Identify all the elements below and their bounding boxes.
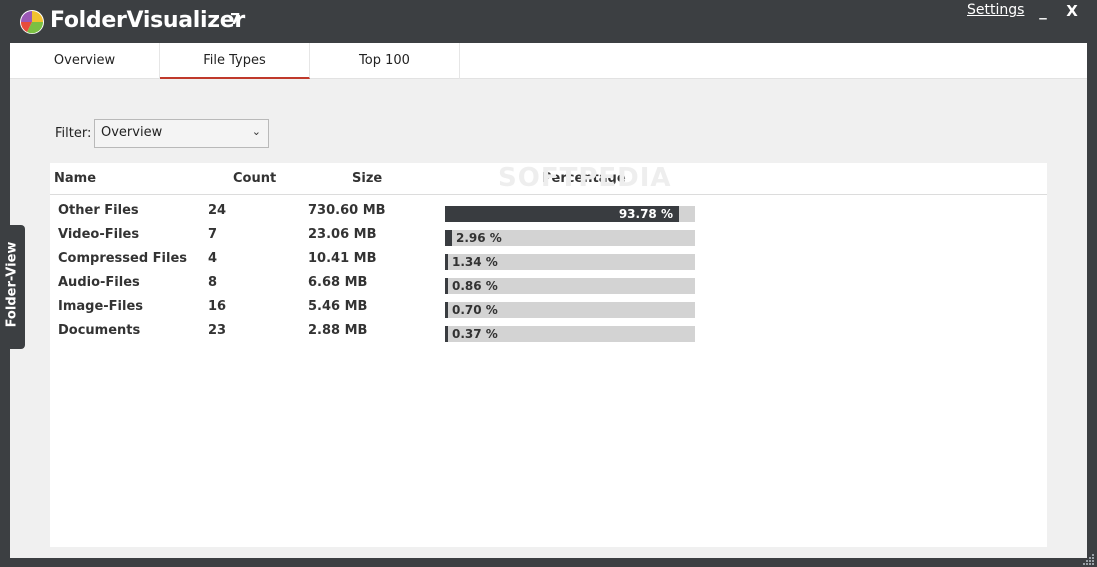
percentage-bar: 0.37 % — [445, 326, 695, 342]
table-row[interactable]: Compressed Files 4 10.41 MB 1.34 % — [50, 247, 1047, 271]
resize-grip-icon[interactable] — [1083, 553, 1095, 565]
percentage-label: 0.70 % — [452, 303, 498, 317]
row-name: Image-Files — [58, 299, 144, 314]
row-size: 730.60 MB — [308, 203, 386, 218]
chevron-down-icon: ⌄ — [251, 125, 261, 138]
percentage-bar: 0.86 % — [445, 278, 695, 294]
row-name: Documents — [58, 323, 141, 338]
column-header-name[interactable]: Name — [54, 171, 96, 186]
tab-overview[interactable]: Overview — [10, 43, 160, 79]
table-row[interactable]: Other Files 24 730.60 MB 93.78 % — [50, 199, 1047, 223]
row-size: 6.68 MB — [308, 275, 368, 290]
app-title: FolderVisualizer — [50, 8, 245, 33]
percentage-bar-fill — [445, 326, 448, 342]
percentage-bar: 0.70 % — [445, 302, 695, 318]
file-types-table: Name Count Size Percentage SOFTPEDIA Oth… — [50, 163, 1047, 547]
percentage-bar-fill — [445, 230, 452, 246]
side-tab-label: Folder-View — [4, 241, 20, 328]
column-header-count[interactable]: Count — [233, 171, 276, 186]
app-logo-icon — [20, 10, 44, 34]
percentage-label: 0.37 % — [452, 327, 498, 341]
tab-top-100[interactable]: Top 100 — [310, 43, 460, 79]
title-bar: FolderVisualizer 7 Settings _ X — [0, 0, 1097, 43]
percentage-label: 2.96 % — [456, 231, 502, 245]
table-row[interactable]: Image-Files 16 5.46 MB 0.70 % — [50, 295, 1047, 319]
row-name: Other Files — [58, 203, 139, 218]
row-name: Video-Files — [58, 227, 140, 242]
row-size: 10.41 MB — [308, 251, 377, 266]
percentage-bar: 1.34 % — [445, 254, 695, 270]
percentage-label: 1.34 % — [452, 255, 498, 269]
row-name: Audio-Files — [58, 275, 140, 290]
row-count: 7 — [208, 227, 218, 242]
row-size: 5.46 MB — [308, 299, 368, 314]
filter-value: Overview — [101, 125, 163, 140]
row-count: 23 — [208, 323, 227, 338]
column-header-size[interactable]: Size — [352, 171, 382, 186]
percentage-bar-fill — [445, 278, 448, 294]
tab-file-types[interactable]: File Types — [160, 43, 310, 79]
percentage-bar: 2.96 % — [445, 230, 695, 246]
percentage-label: 0.86 % — [452, 279, 498, 293]
filter-label: Filter: — [55, 126, 92, 141]
row-count: 16 — [208, 299, 227, 314]
percentage-label: 93.78 % — [618, 207, 673, 221]
table-row[interactable]: Documents 23 2.88 MB 0.37 % — [50, 319, 1047, 343]
row-name: Compressed Files — [58, 251, 188, 266]
row-size: 23.06 MB — [308, 227, 377, 242]
row-size: 2.88 MB — [308, 323, 368, 338]
table-header: Name Count Size Percentage SOFTPEDIA — [50, 163, 1047, 195]
table-row[interactable]: Video-Files 7 23.06 MB 2.96 % — [50, 223, 1047, 247]
folder-view-side-tab[interactable]: Folder-View — [0, 225, 25, 349]
app-version: 7 — [230, 10, 241, 28]
table-row[interactable]: Audio-Files 8 6.68 MB 0.86 % — [50, 271, 1047, 295]
watermark: SOFTPEDIA — [498, 163, 672, 193]
tab-bar: Overview File Types Top 100 — [10, 43, 1087, 79]
settings-link[interactable]: Settings — [967, 2, 1024, 18]
close-button[interactable]: X — [1059, 0, 1085, 24]
row-count: 4 — [208, 251, 218, 266]
percentage-bar-fill — [445, 254, 448, 270]
percentage-bar-fill — [445, 302, 448, 318]
minimize-button[interactable]: _ — [1030, 0, 1056, 24]
row-count: 8 — [208, 275, 218, 290]
row-count: 24 — [208, 203, 227, 218]
main-panel: Filter: Overview ⌄ Name Count Size Perce… — [10, 79, 1087, 558]
filter-dropdown[interactable]: Overview ⌄ — [94, 119, 269, 148]
percentage-bar: 93.78 % — [445, 206, 695, 222]
